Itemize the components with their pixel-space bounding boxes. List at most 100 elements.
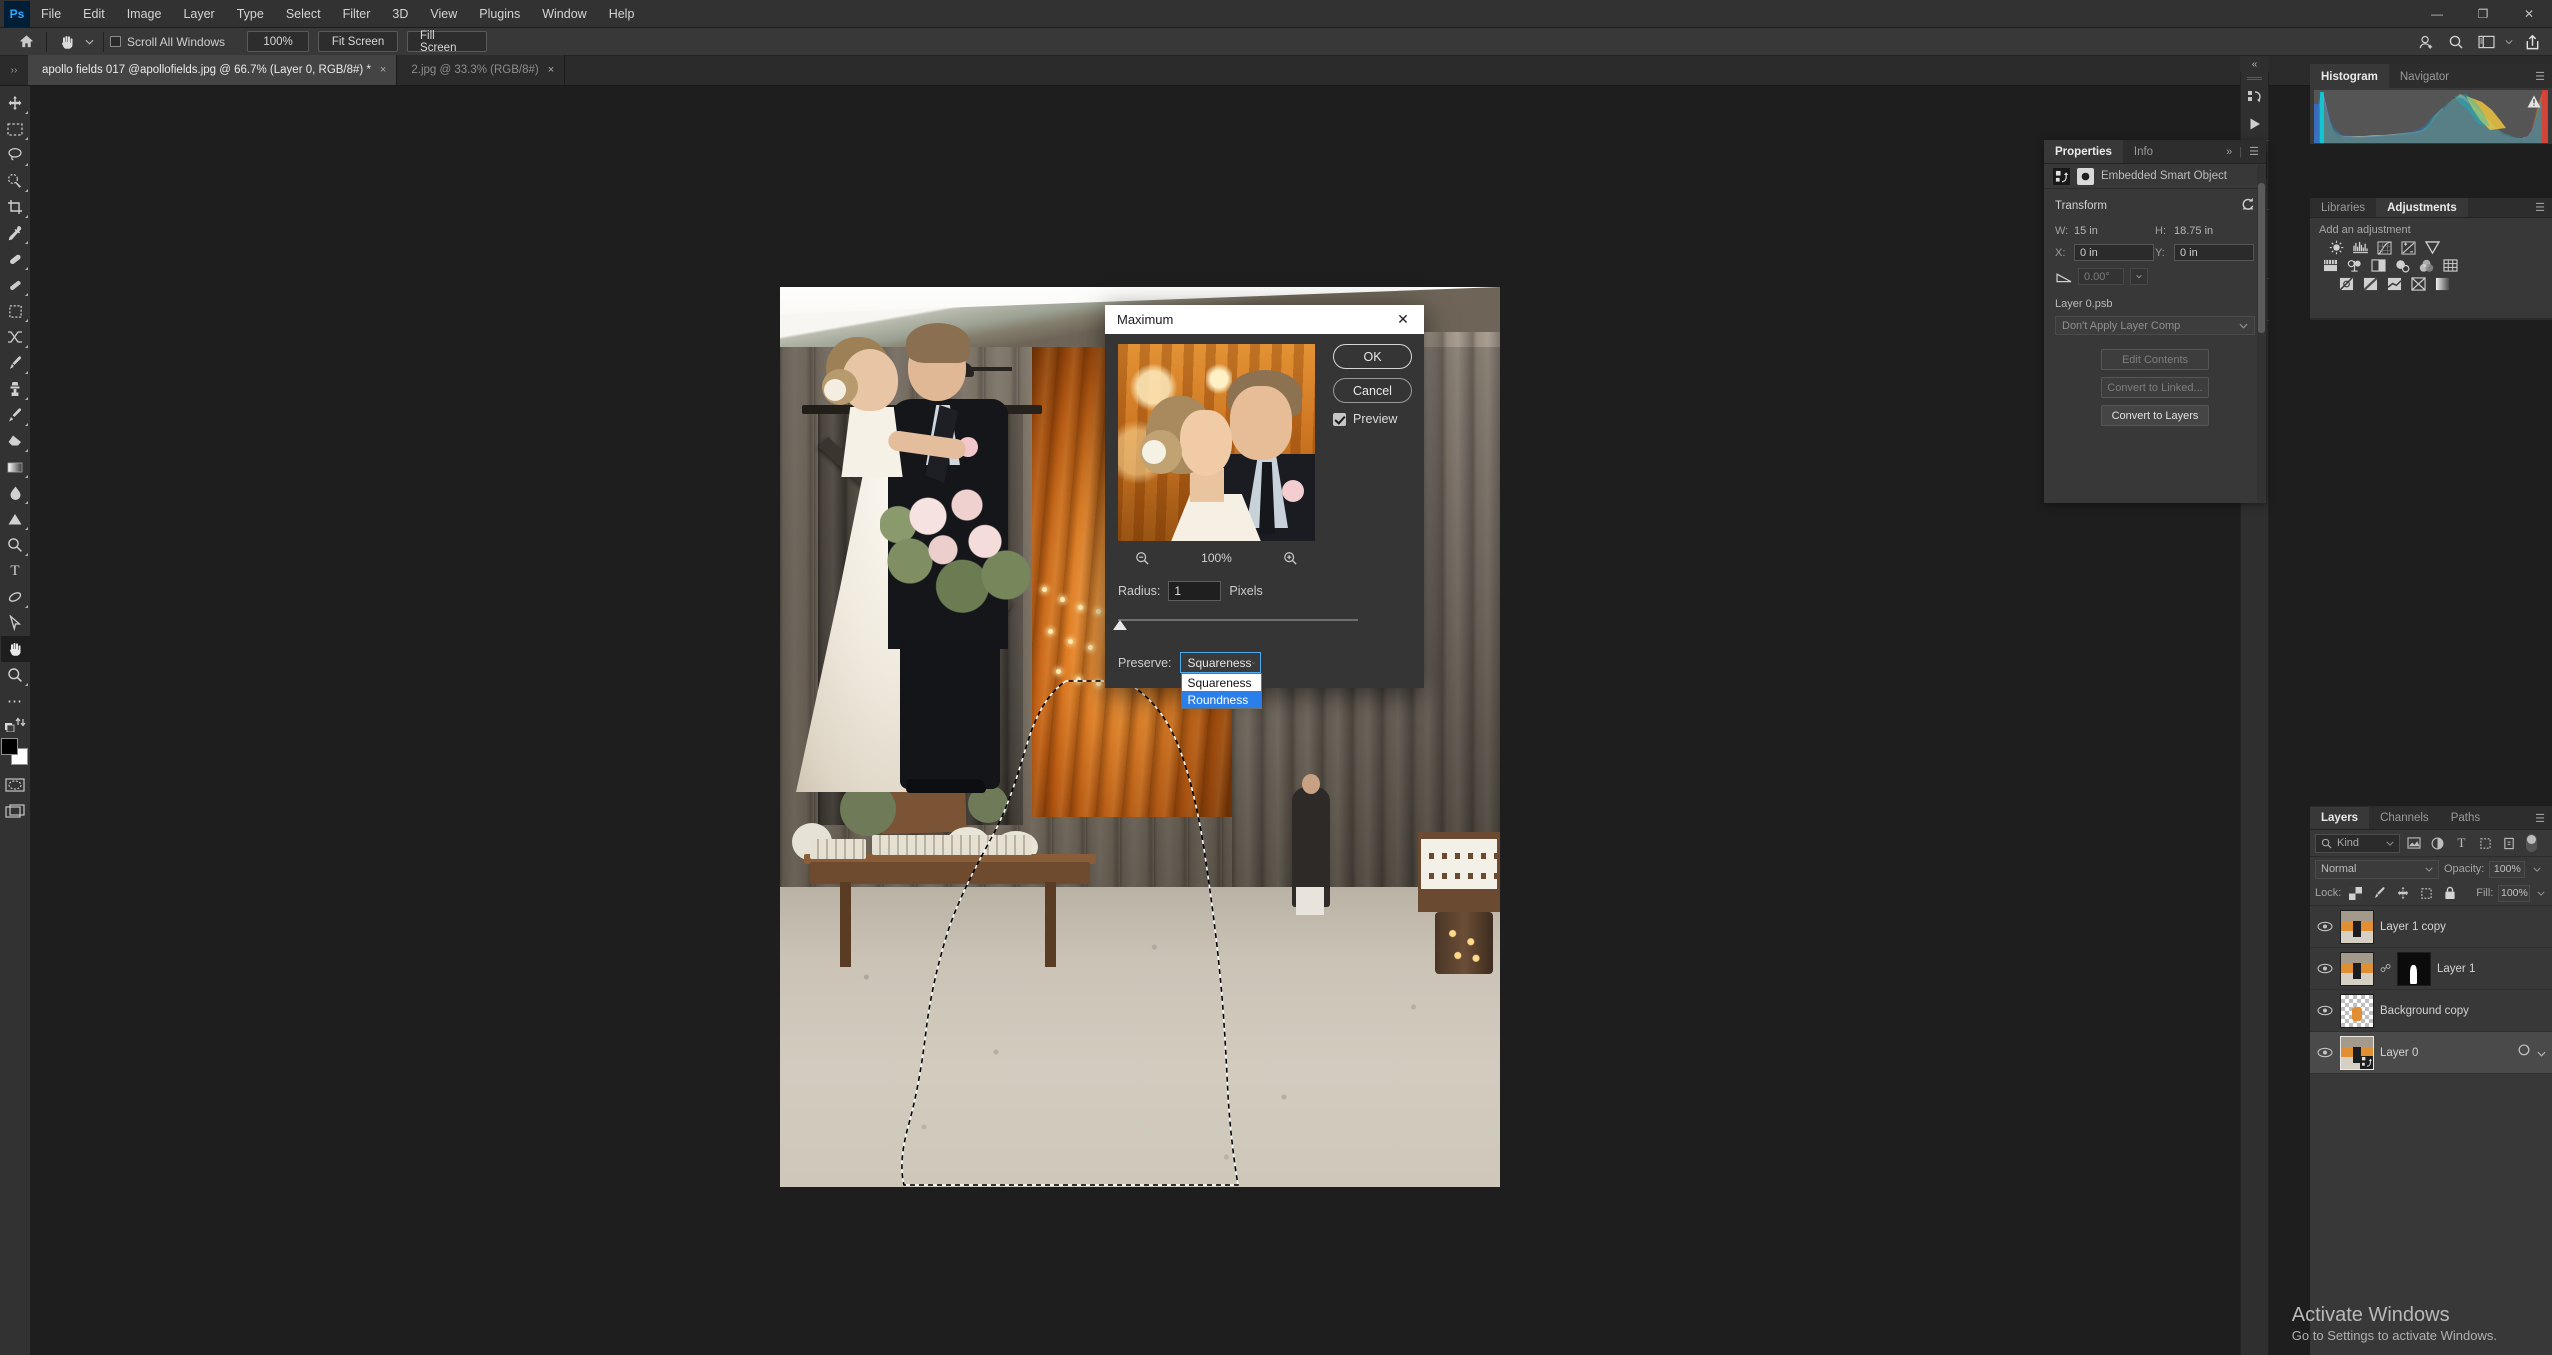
layer-mask-thumbnail[interactable] [2397,951,2431,986]
spot-healing-brush-tool[interactable] [1,246,30,272]
brush-tool[interactable] [1,350,30,376]
opacity-input[interactable]: 100% [2489,860,2526,878]
layer-name[interactable]: Layer 1 [2437,963,2475,975]
menu-edit[interactable]: Edit [72,0,116,28]
tab-info[interactable]: Info [2123,140,2164,163]
channel-mixer-icon[interactable] [2418,258,2435,273]
shuffle-tool[interactable] [1,324,30,350]
close-icon[interactable]: ✕ [2506,0,2552,28]
layer-visibility-icon[interactable] [2316,918,2334,936]
table-row[interactable]: ☍ Layer 1 [2310,948,2552,990]
smart-object-filter-icon[interactable] [2499,834,2520,853]
scroll-all-windows-checkbox[interactable]: Scroll All Windows [110,35,225,49]
zoom-out-icon[interactable] [1132,548,1152,568]
angle-dropdown[interactable] [2130,268,2148,285]
zoom-in-icon[interactable] [1281,548,1301,568]
crop-tool[interactable] [1,194,30,220]
quick-mask-icon[interactable] [1,772,30,798]
layer-thumbnail[interactable] [2340,1035,2374,1070]
lock-image-icon[interactable] [2370,884,2389,903]
layer-visibility-icon[interactable] [2316,960,2334,978]
radius-slider-track[interactable] [1118,619,1358,621]
layer-effects-icon[interactable] [2518,1043,2533,1062]
tab-overflow-icon[interactable]: ›› [0,55,28,85]
preview-checkbox[interactable]: Preview [1333,412,1413,426]
patch-tool[interactable] [1,272,30,298]
layer-name[interactable]: Layer 0 [2380,1047,2418,1059]
layer-visibility-icon[interactable] [2316,1044,2334,1062]
fit-screen-button[interactable]: Fit Screen [318,31,399,52]
collapse-panels-icon[interactable]: « [2240,56,2269,72]
preserve-option-squareness[interactable]: Squareness [1182,674,1261,691]
history-icon[interactable] [2242,83,2267,110]
clone-stamp-tool[interactable] [1,376,30,402]
screen-mode-icon[interactable] [1,798,30,824]
hand-tool[interactable] [0,636,30,662]
curves-icon[interactable] [2376,240,2393,255]
tab-properties[interactable]: Properties [2044,140,2123,163]
table-row[interactable]: Layer 0 [2310,1032,2552,1074]
close-icon[interactable]: × [380,64,386,76]
zoom-100-button[interactable]: 100% [247,31,310,52]
checkbox-box[interactable] [1333,412,1346,426]
foreground-color-swatch[interactable] [1,738,18,755]
adjustment-filter-icon[interactable] [2427,834,2448,853]
default-colors-icon[interactable] [1,714,30,734]
filter-preview-thumbnail[interactable] [1118,344,1315,541]
canvas-area[interactable]: Maximum ✕ 100% Radius: 1 Pixels Preserve… [31,86,2269,1355]
close-icon[interactable]: ✕ [1390,307,1416,333]
tab-paths[interactable]: Paths [2440,807,2491,829]
lock-transparency-icon[interactable] [2346,884,2365,903]
dialog-title-bar[interactable]: Maximum ✕ [1105,305,1424,334]
menu-plugins[interactable]: Plugins [468,0,531,28]
layer-thumbnail[interactable] [2340,993,2374,1028]
path-selection-tool[interactable] [1,584,30,610]
eraser-tool[interactable] [1,428,30,454]
menu-image[interactable]: Image [116,0,173,28]
eyedropper-tool[interactable] [1,220,30,246]
reset-icon[interactable] [2241,197,2255,215]
photo-filter-icon[interactable] [2394,258,2411,273]
exposure-icon[interactable] [2400,240,2417,255]
blend-mode-dropdown[interactable]: Normal [2315,859,2439,879]
layer-comp-dropdown[interactable]: Don't Apply Layer Comp [2055,316,2255,335]
table-row[interactable]: Background copy [2310,990,2552,1032]
color-lookup-icon[interactable] [2442,258,2459,273]
radius-input[interactable]: 1 [1168,581,1222,601]
restore-icon[interactable]: ❐ [2460,0,2506,28]
convert-to-layers-button[interactable]: Convert to Layers [2101,405,2209,426]
hue-saturation-icon[interactable] [2322,258,2339,273]
history-brush-tool[interactable] [1,402,30,428]
histogram-graph[interactable] [2314,90,2548,143]
panel-menu-icon[interactable]: ☰ [2249,145,2259,158]
document-tab-2jpg[interactable]: 2.jpg @ 33.3% (RGB/8#) × [397,55,566,85]
cancel-button[interactable]: Cancel [1333,378,1412,403]
direct-selection-tool[interactable] [1,610,30,636]
filter-kind-dropdown[interactable]: Kind [2315,833,2400,853]
color-balance-icon[interactable] [2346,258,2363,273]
checkbox-box[interactable] [110,36,121,47]
fill-dropdown-icon[interactable] [2535,884,2547,903]
type-filter-icon[interactable]: T [2451,834,2472,853]
threshold-icon[interactable] [2386,276,2403,291]
menu-3d[interactable]: 3D [381,0,419,28]
layer-name[interactable]: Background copy [2380,1005,2469,1017]
levels-icon[interactable] [2352,240,2369,255]
radius-slider-thumb[interactable] [1113,620,1127,630]
edit-toolbar-icon[interactable]: ⋯ [1,688,30,714]
filter-toggle-icon[interactable] [2526,834,2537,852]
pen-tool[interactable] [1,532,30,558]
chevron-down-icon[interactable] [2537,1044,2546,1062]
menu-type[interactable]: Type [226,0,275,28]
menu-layer[interactable]: Layer [172,0,225,28]
menu-filter[interactable]: Filter [332,0,382,28]
hand-tool-icon[interactable] [53,29,81,55]
tab-histogram[interactable]: Histogram [2310,64,2389,89]
edit-contents-button[interactable]: Edit Contents [2101,349,2209,370]
share-icon[interactable] [2518,29,2546,55]
fill-screen-button[interactable]: Fill Screen [407,30,488,54]
frame-tool[interactable] [1,298,30,324]
fill-input[interactable]: 100% [2498,884,2531,902]
x-input[interactable]: 0 in [2074,244,2154,261]
layer-name[interactable]: Layer 1 copy [2380,921,2446,933]
